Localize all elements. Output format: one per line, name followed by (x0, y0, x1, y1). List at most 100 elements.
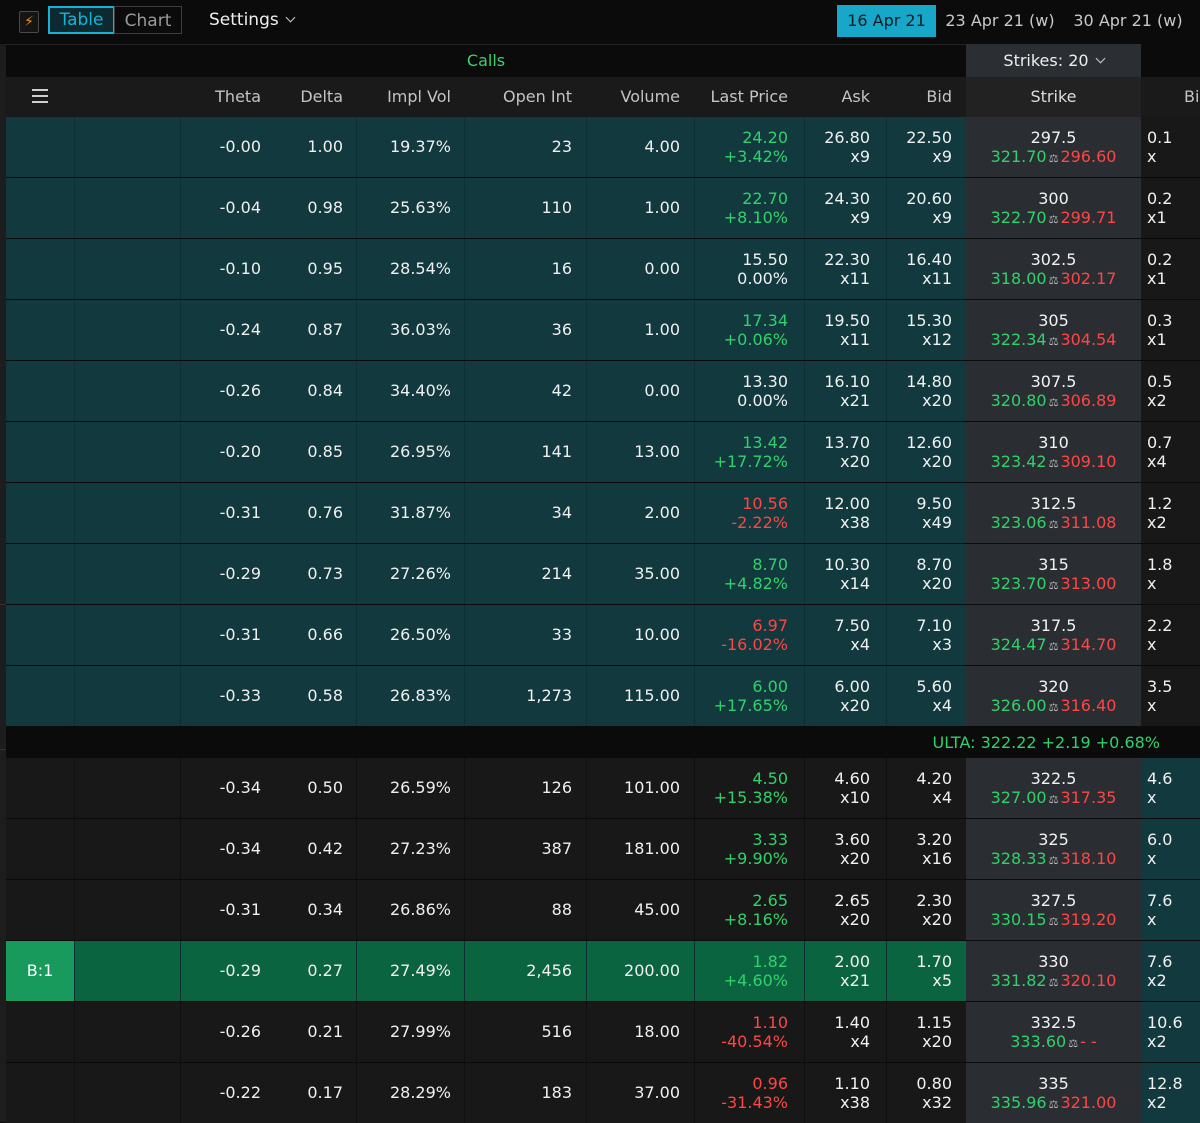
table-row[interactable]: -0.10 0.95 28.54% 16 0.00 15.50 0.00% 22.30 x11 1… (6, 239, 1200, 299)
tab-chart[interactable]: Chart (114, 6, 182, 34)
strike-cell[interactable]: 327.5 330.15 ⚖ 319.20 (966, 880, 1141, 940)
table-row[interactable]: -0.24 0.87 36.03% 36 1.00 17.34 +0.06% 19.50 x11… (6, 300, 1200, 360)
order-badge[interactable]: B:1 (6, 941, 74, 1001)
put-bid-cell[interactable]: 10.6 x2 (1141, 1002, 1200, 1062)
put-bid-cell[interactable]: 0.7 x4 (1141, 422, 1200, 482)
put-bid-cell[interactable]: 0.5 x2 (1141, 361, 1200, 421)
ask-cell[interactable]: 12.00 (824, 494, 870, 513)
put-bid-cell[interactable]: 7.6 x (1141, 880, 1200, 940)
col-ask[interactable]: Ask (841, 87, 870, 106)
ask-cell[interactable]: 24.30 (824, 189, 870, 208)
bid-cell[interactable]: 22.50 (906, 128, 952, 147)
table-row[interactable]: -0.34 0.50 26.59% 126 101.00 4.50 +15.38% 4.60 x… (6, 758, 1200, 818)
table-row[interactable]: -0.04 0.98 25.63% 110 1.00 22.70 +8.10% 24.30 x9… (6, 178, 1200, 238)
table-row[interactable]: -0.26 0.21 27.99% 516 18.00 1.10 -40.54% 1.40 x4… (6, 1002, 1200, 1062)
ask-cell[interactable]: 4.60 (834, 769, 870, 788)
put-bid-cell[interactable]: 0.3 x1 (1141, 300, 1200, 360)
bid-cell[interactable]: 15.30 (906, 311, 952, 330)
bid-cell[interactable]: 12.60 (906, 433, 952, 452)
lightning-icon[interactable]: ⚡ (19, 11, 39, 33)
table-row[interactable]: -0.34 0.42 27.23% 387 181.00 3.33 +9.90% 3.60 x2… (6, 819, 1200, 879)
strikes-dropdown[interactable]: Strikes: 20 (966, 44, 1141, 77)
strike-cell[interactable]: 320 326.00 ⚖ 316.40 (966, 666, 1141, 726)
table-row[interactable]: -0.20 0.85 26.95% 141 13.00 13.42 +17.72% 13.70… (6, 422, 1200, 482)
col-volume[interactable]: Volume (620, 87, 680, 106)
bid-cell[interactable]: 1.15 (916, 1013, 952, 1032)
bid-cell[interactable]: 9.50 (916, 494, 952, 513)
strike-cell[interactable]: 300 322.70 ⚖ 299.71 (966, 178, 1141, 238)
col-put-bid[interactable]: Bi (1184, 87, 1199, 106)
strike-cell[interactable]: 315 323.70 ⚖ 313.00 (966, 544, 1141, 604)
ask-cell[interactable]: 1.10 (834, 1074, 870, 1093)
col-delta[interactable]: Delta (300, 87, 343, 106)
bid-cell[interactable]: 1.70 (916, 952, 952, 971)
put-bid-cell[interactable]: 12.8 x2 (1141, 1063, 1200, 1123)
table-row[interactable]: -0.00 1.00 19.37% 23 4.00 24.20 +3.42% 26.80 x9 2… (6, 117, 1200, 177)
strike-cell[interactable]: 312.5 323.06 ⚖ 311.08 (966, 483, 1141, 543)
ask-cell[interactable]: 2.00 (834, 952, 870, 971)
list-icon[interactable] (32, 89, 48, 103)
strike-cell[interactable]: 305 322.34 ⚖ 304.54 (966, 300, 1141, 360)
bid-cell[interactable]: 4.20 (916, 769, 952, 788)
ask-cell[interactable]: 3.60 (834, 830, 870, 849)
expiration-tab-3[interactable]: 30 Apr 21 (w) (1070, 5, 1186, 37)
bid-cell[interactable]: 2.30 (916, 891, 952, 910)
put-bid-cell[interactable]: 0.2 x1 (1141, 239, 1200, 299)
table-row[interactable]: -0.29 0.73 27.26% 214 35.00 8.70 +4.82% 10.30 x1… (6, 544, 1200, 604)
bid-cell[interactable]: 16.40 (906, 250, 952, 269)
bid-cell[interactable]: 0.80 (916, 1074, 952, 1093)
col-impl-vol[interactable]: Impl Vol (387, 87, 451, 106)
table-row[interactable]: -0.26 0.84 34.40% 42 0.00 13.30 0.00% 16.10 x21 1… (6, 361, 1200, 421)
put-bid-cell[interactable]: 6.0 x (1141, 819, 1200, 879)
bid-cell[interactable]: 14.80 (906, 372, 952, 391)
bid-cell[interactable]: 20.60 (906, 189, 952, 208)
strike-cell[interactable]: 307.5 320.80 ⚖ 306.89 (966, 361, 1141, 421)
bid-cell[interactable]: 8.70 (916, 555, 952, 574)
ask-cell[interactable]: 22.30 (824, 250, 870, 269)
put-bid-cell[interactable]: 1.8 x (1141, 544, 1200, 604)
col-bid[interactable]: Bid (926, 87, 952, 106)
strike-cell[interactable]: 310 323.42 ⚖ 309.10 (966, 422, 1141, 482)
put-bid-cell[interactable]: 2.2 x (1141, 605, 1200, 665)
bid-cell[interactable]: 7.10 (916, 616, 952, 635)
col-strike[interactable]: Strike (966, 77, 1141, 117)
strike-cell[interactable]: 322.5 327.00 ⚖ 317.35 (966, 758, 1141, 818)
put-bid-cell[interactable]: 0.1 x (1141, 117, 1200, 177)
settings-dropdown[interactable]: Settings (209, 10, 296, 30)
expiration-tab-1[interactable]: 16 Apr 21 (837, 5, 936, 37)
tab-table[interactable]: Table (48, 6, 115, 34)
col-open-int[interactable]: Open Int (503, 87, 572, 106)
put-bid-cell[interactable]: 1.2 x2 (1141, 483, 1200, 543)
table-row[interactable]: -0.22 0.17 28.29% 183 37.00 0.96 -31.43% 1.10 x3… (6, 1063, 1200, 1123)
strike-cell[interactable]: 335 335.96 ⚖ 321.00 (966, 1063, 1141, 1123)
ask-cell[interactable]: 6.00 (834, 677, 870, 696)
strike-cell[interactable]: 325 328.33 ⚖ 318.10 (966, 819, 1141, 879)
table-row[interactable]: -0.31 0.34 26.86% 88 45.00 2.65 +8.16% 2.65 x20 2… (6, 880, 1200, 940)
table-row[interactable]: -0.33 0.58 26.83% 1,273 115.00 6.00 +17.65% 6.0… (6, 666, 1200, 726)
ask-cell[interactable]: 1.40 (834, 1013, 870, 1032)
table-row[interactable]: B:1 -0.29 0.27 27.49% 2,456 200.00 1.82 +4.60% 2… (6, 941, 1200, 1001)
table-row[interactable]: -0.31 0.66 26.50% 33 10.00 6.97 -16.02% 7.50 x4 7… (6, 605, 1200, 665)
expiration-tab-2[interactable]: 23 Apr 21 (w) (944, 5, 1056, 37)
strike-cell[interactable]: 297.5 321.70 ⚖ 296.60 (966, 117, 1141, 177)
bid-cell[interactable]: 5.60 (916, 677, 952, 696)
col-theta[interactable]: Theta (215, 87, 261, 106)
table-row[interactable]: -0.31 0.76 31.87% 34 2.00 10.56 -2.22% 12.00 x38… (6, 483, 1200, 543)
ask-cell[interactable]: 13.70 (824, 433, 870, 452)
ask-cell[interactable]: 19.50 (824, 311, 870, 330)
bid-cell[interactable]: 3.20 (916, 830, 952, 849)
put-bid-cell[interactable]: 7.6 x2 (1141, 941, 1200, 1001)
ask-cell[interactable]: 10.30 (824, 555, 870, 574)
ask-cell[interactable]: 2.65 (834, 891, 870, 910)
put-bid-cell[interactable]: 4.6 x (1141, 758, 1200, 818)
strike-cell[interactable]: 330 331.82 ⚖ 320.10 (966, 941, 1141, 1001)
ask-cell[interactable]: 26.80 (824, 128, 870, 147)
put-bid-cell[interactable]: 0.2 x1 (1141, 178, 1200, 238)
col-last-price[interactable]: Last Price (711, 87, 788, 106)
ask-cell[interactable]: 7.50 (834, 616, 870, 635)
ask-cell[interactable]: 16.10 (824, 372, 870, 391)
strike-cell[interactable]: 317.5 324.47 ⚖ 314.70 (966, 605, 1141, 665)
strike-cell[interactable]: 302.5 318.00 ⚖ 302.17 (966, 239, 1141, 299)
put-bid-cell[interactable]: 3.5 x (1141, 666, 1200, 726)
strike-cell[interactable]: 332.5 333.60 ⚖ - - (966, 1002, 1141, 1062)
